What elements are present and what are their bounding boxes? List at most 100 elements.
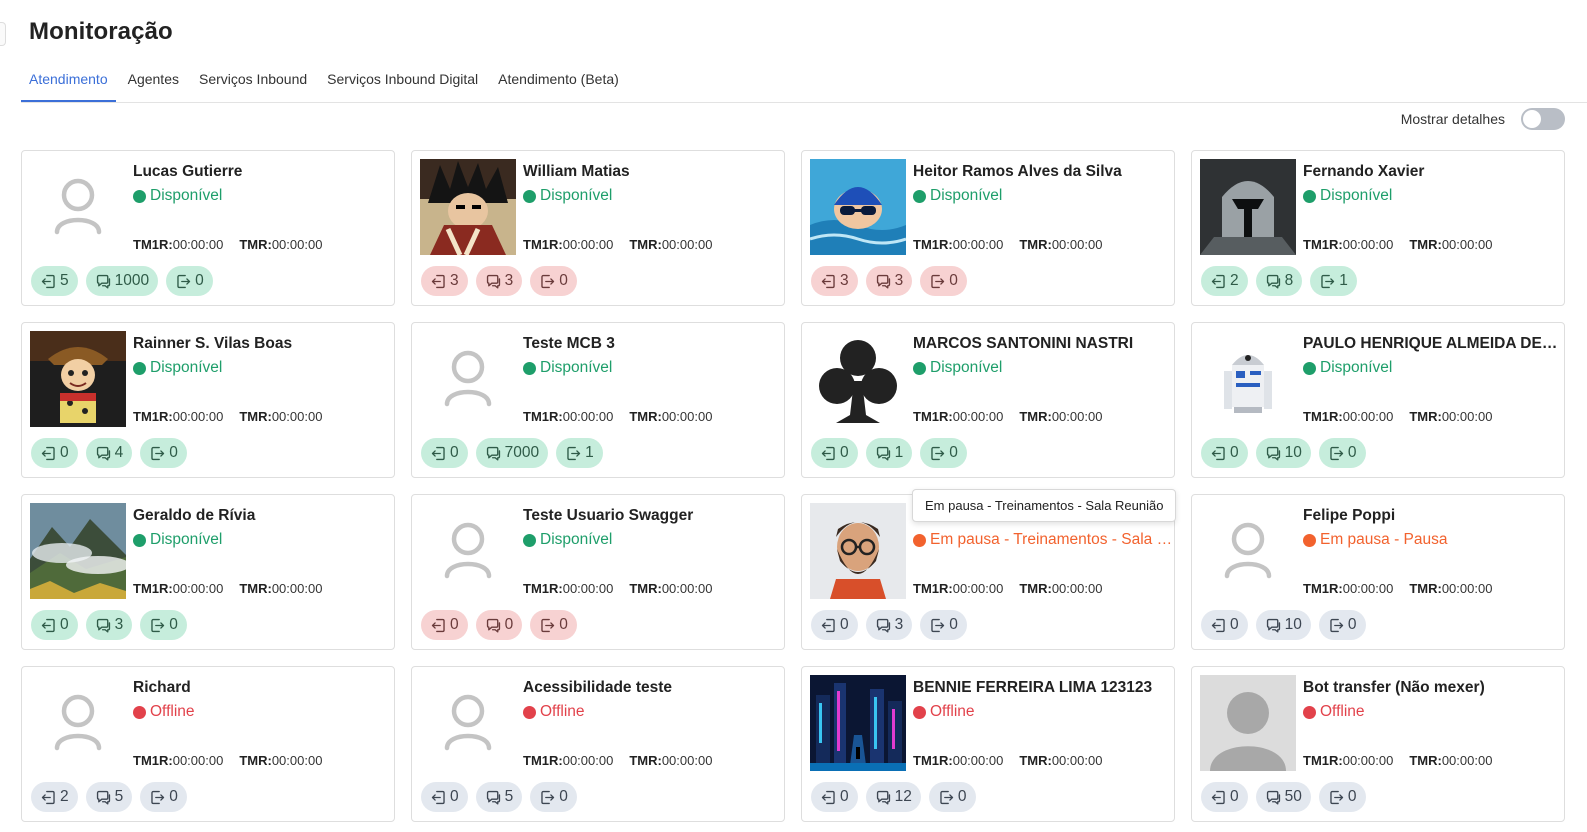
outgoing-count-pill[interactable]: 0 [920, 438, 967, 468]
incoming-count-pill[interactable]: 0 [421, 610, 468, 640]
incoming-count-pill[interactable]: 0 [1201, 438, 1248, 468]
details-toggle-switch[interactable] [1521, 108, 1565, 130]
tm1r-label: TM1R: [523, 581, 563, 596]
incoming-count-pill[interactable]: 2 [31, 782, 78, 812]
counter-value: 0 [60, 616, 69, 633]
agent-status: Disponível [523, 359, 783, 377]
conversation-count-pill[interactable]: 10 [1255, 610, 1311, 640]
outgoing-count-pill[interactable]: 0 [530, 266, 577, 296]
status-text: Em pausa - Pausa [1320, 531, 1448, 548]
conversation-count-pill[interactable]: 5 [85, 782, 133, 812]
tm1r-value: 00:00:00 [1342, 581, 1394, 596]
conversation-count-pill[interactable]: 4 [85, 438, 133, 468]
conversation-count-pill[interactable]: 10 [1255, 438, 1311, 468]
mountain-landscape-photo [30, 503, 126, 599]
outgoing-count-pill[interactable]: 0 [920, 610, 967, 640]
agent-metrics: TM1R:00:00:00 TMR:00:00:00 [1303, 581, 1508, 596]
agent-card[interactable]: William Matias Disponível TM1R:00:00:00 TMR… [411, 150, 785, 306]
conversation-count-pill[interactable]: 7000 [475, 438, 549, 468]
agent-card[interactable]: Teste Usuario Swagger Disponível TM1R:00:0… [411, 494, 785, 650]
counter-value: 0 [949, 272, 958, 289]
outgoing-count-pill[interactable]: 1 [1310, 266, 1357, 296]
agent-card[interactable]: Bot transfer (Não mexer) Offline TM1R:00:0… [1191, 666, 1565, 822]
tm1r-metric: TM1R:00:00:00 [1303, 581, 1393, 596]
outgoing-count-pill[interactable]: 0 [1318, 782, 1366, 812]
conversation-count-pill[interactable]: 5 [475, 782, 523, 812]
conversation-count-pill[interactable]: 1000 [85, 266, 159, 296]
outgoing-count-pill[interactable]: 0 [140, 438, 187, 468]
outgoing-count-pill[interactable]: 0 [920, 266, 967, 296]
agent-card[interactable]: BENNIE FERREIRA LIMA 123123 Offline TM1R:0… [801, 666, 1175, 822]
agent-counters: 0 4 0 [31, 438, 195, 468]
agent-card[interactable]: Fernando Xavier Disponível TM1R:00:00:00 TM… [1191, 150, 1565, 306]
tm1r-value: 00:00:00 [172, 237, 224, 252]
conversation-count-pill[interactable]: 3 [85, 610, 133, 640]
agent-card[interactable]: Lucas Gutierre Disponível TM1R:00:00:00 TMR… [21, 150, 395, 306]
outgoing-count-pill[interactable]: 0 [166, 266, 213, 296]
tm1r-label: TM1R: [1303, 409, 1343, 424]
agent-card[interactable]: Acessibilidade teste Offline TM1R:00:00:00… [411, 666, 785, 822]
tab-servicos-inbound[interactable]: Serviços Inbound [191, 64, 315, 102]
incoming-count-pill[interactable]: 2 [1201, 266, 1248, 296]
sidebar-collapse-handle[interactable] [0, 22, 6, 46]
outgoing-count-pill[interactable]: 0 [928, 782, 976, 812]
incoming-count-pill[interactable]: 0 [31, 610, 78, 640]
incoming-count-pill[interactable]: 0 [1201, 610, 1248, 640]
conversation-count-pill[interactable]: 3 [865, 610, 913, 640]
counter-value: 0 [60, 444, 69, 461]
tm1r-value: 00:00:00 [562, 581, 614, 596]
exit-icon [1328, 789, 1348, 806]
incoming-count-pill[interactable]: 0 [31, 438, 78, 468]
conversation-count-pill[interactable]: 8 [1255, 266, 1303, 296]
incoming-count-pill[interactable]: 0 [421, 782, 468, 812]
agent-card[interactable]: Teste MCB 3 Disponível TM1R:00:00:00 TMR:00… [411, 322, 785, 478]
agent-metrics: TM1R:00:00:00 TMR:00:00:00 [913, 581, 1118, 596]
status-text: Disponível [540, 187, 613, 204]
outgoing-count-pill[interactable]: 0 [530, 610, 577, 640]
incoming-count-pill[interactable]: 0 [811, 438, 858, 468]
agent-card[interactable]: Felipe Poppi Em pausa - Pausa TM1R:00:00:0… [1191, 494, 1565, 650]
incoming-count-pill[interactable]: 0 [811, 782, 858, 812]
tmr-label: TMR: [629, 753, 662, 768]
default-user-icon [420, 503, 516, 599]
tm1r-label: TM1R: [133, 753, 173, 768]
tab-agentes[interactable]: Agentes [120, 64, 187, 102]
outgoing-count-pill[interactable]: 0 [530, 782, 577, 812]
counter-value: 0 [1347, 444, 1357, 461]
agent-card[interactable]: Richard Offline TM1R:00:00:00 TMR:00:00:00 2… [21, 666, 395, 822]
conversation-count-pill[interactable]: 3 [475, 266, 523, 296]
incoming-count-pill[interactable]: 0 [811, 610, 858, 640]
agent-card[interactable]: Rainner S. Vilas Boas Disponível TM1R:00:0… [21, 322, 395, 478]
outgoing-count-pill[interactable]: 0 [140, 782, 187, 812]
incoming-count-pill[interactable]: 0 [1201, 782, 1248, 812]
conversation-count-pill[interactable]: 1 [865, 438, 913, 468]
outgoing-count-pill[interactable]: 0 [1318, 610, 1366, 640]
conversation-count-pill[interactable]: 0 [475, 610, 523, 640]
tab-servicos-inbound-digital[interactable]: Serviços Inbound Digital [319, 64, 486, 102]
counter-value: 0 [169, 444, 178, 461]
agent-status: Offline [1303, 703, 1563, 721]
agent-card[interactable]: PAULO HENRIQUE ALMEIDA DE SOUZA Disponíve… [1191, 322, 1565, 478]
tm1r-value: 00:00:00 [172, 581, 224, 596]
conversation-count-pill[interactable]: 12 [865, 782, 921, 812]
incoming-count-pill[interactable]: 0 [421, 438, 468, 468]
agent-card[interactable]: MARCOS SANTONINI NASTRI Disponível TM1R:00… [801, 322, 1175, 478]
agent-card[interactable]: Heitor Ramos Alves da Silva Disponível TM1… [801, 150, 1175, 306]
outgoing-count-pill[interactable]: 1 [556, 438, 603, 468]
conversation-count-pill[interactable]: 50 [1255, 782, 1311, 812]
incoming-count-pill[interactable]: 3 [421, 266, 468, 296]
outgoing-count-pill[interactable]: 0 [1318, 438, 1366, 468]
incoming-count-pill[interactable]: 5 [31, 266, 78, 296]
conversation-count-pill[interactable]: 3 [865, 266, 913, 296]
agent-status: Disponível [913, 187, 1173, 205]
exit-icon [539, 789, 559, 806]
tmr-value: 00:00:00 [1051, 409, 1103, 424]
tmr-value: 00:00:00 [661, 581, 713, 596]
entry-icon [40, 445, 60, 462]
incoming-count-pill[interactable]: 3 [811, 266, 858, 296]
tab-atendimento-beta[interactable]: Atendimento (Beta) [490, 64, 627, 102]
outgoing-count-pill[interactable]: 0 [140, 610, 187, 640]
agent-card[interactable]: Geraldo de Rívia Disponível TM1R:00:00:00 T… [21, 494, 395, 650]
tm1r-label: TM1R: [523, 237, 563, 252]
tab-atendimento[interactable]: Atendimento [21, 64, 116, 102]
